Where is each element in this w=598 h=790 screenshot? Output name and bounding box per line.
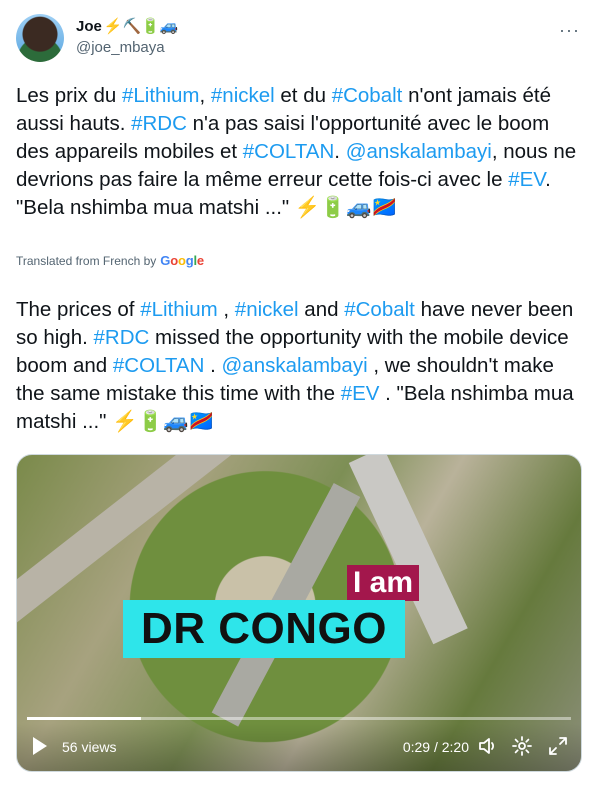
- hashtag-link[interactable]: #EV: [341, 382, 380, 405]
- hashtag-link[interactable]: #Lithium: [140, 298, 218, 321]
- google-logo: Google: [160, 253, 204, 268]
- hashtag-link[interactable]: @anskalambayi: [221, 354, 367, 377]
- settings-icon[interactable]: [511, 735, 533, 757]
- hashtag-link[interactable]: #COLTAN: [243, 140, 335, 163]
- text-segment: ,: [217, 297, 235, 321]
- hashtag-link[interactable]: #RDC: [94, 326, 150, 349]
- author-block: Joe ⚡⛏️🔋🚙 @joe_mbaya: [76, 17, 179, 57]
- google-letter: o: [170, 253, 178, 268]
- fullscreen-icon[interactable]: [547, 735, 569, 757]
- hashtag-link[interactable]: #Cobalt: [344, 298, 415, 321]
- hashtag-link[interactable]: #Cobalt: [332, 84, 403, 107]
- play-icon[interactable]: [33, 737, 47, 755]
- text-segment: The prices of: [16, 297, 141, 321]
- video-progress-bar[interactable]: [27, 717, 571, 720]
- video-progress-fill: [27, 717, 142, 720]
- translated-label: Translated from French by: [16, 253, 157, 268]
- video-time: 0:29 / 2:20: [402, 739, 469, 755]
- translated-text: The prices of #Lithium , #nickel and #Co…: [16, 275, 582, 456]
- name-emojis: ⚡⛏️🔋🚙: [103, 18, 179, 35]
- translation-body: The prices of #Lithium , #nickel and #Co…: [16, 296, 582, 436]
- video-overlay-line1: I am: [347, 565, 420, 601]
- more-options-icon[interactable]: ···: [559, 20, 580, 41]
- text-segment: .: [204, 353, 222, 377]
- hashtag-link[interactable]: #RDC: [131, 112, 187, 135]
- author-handle[interactable]: @joe_mbaya: [76, 39, 179, 56]
- tweet-text: Les prix du #Lithium, #nickel et du #Cob…: [16, 82, 582, 222]
- text-segment: Les prix du: [16, 84, 122, 107]
- google-letter: G: [160, 253, 171, 268]
- hashtag-link[interactable]: #Lithium: [122, 84, 200, 107]
- author-name[interactable]: Joe ⚡⛏️🔋🚙: [76, 17, 179, 36]
- video-player[interactable]: I am DR CONGO 56 views 0:29 / 2:20: [16, 454, 582, 772]
- avatar[interactable]: [16, 14, 64, 62]
- google-letter: o: [177, 253, 186, 268]
- text-segment: et du: [274, 84, 332, 107]
- hashtag-link[interactable]: #nickel: [235, 298, 299, 321]
- volume-icon[interactable]: [477, 735, 499, 757]
- text-segment: ,: [199, 84, 211, 107]
- view-count: 56 views: [62, 739, 117, 755]
- translation-attribution: Translated from French by Google: [16, 253, 204, 268]
- google-letter: e: [196, 253, 204, 268]
- text-segment: and: [298, 297, 345, 321]
- hashtag-link[interactable]: #COLTAN: [113, 354, 205, 377]
- text-segment: .: [334, 140, 346, 163]
- hashtag-link[interactable]: @anskalambayi: [346, 140, 492, 163]
- original-text: Les prix du #Lithium, #nickel et du #Cob…: [16, 82, 582, 222]
- video-controls: 56 views 0:29 / 2:20: [17, 723, 581, 771]
- hashtag-link[interactable]: #EV: [508, 168, 545, 191]
- hashtag-link[interactable]: #nickel: [211, 84, 275, 107]
- video-overlay-line2: DR CONGO: [123, 600, 405, 658]
